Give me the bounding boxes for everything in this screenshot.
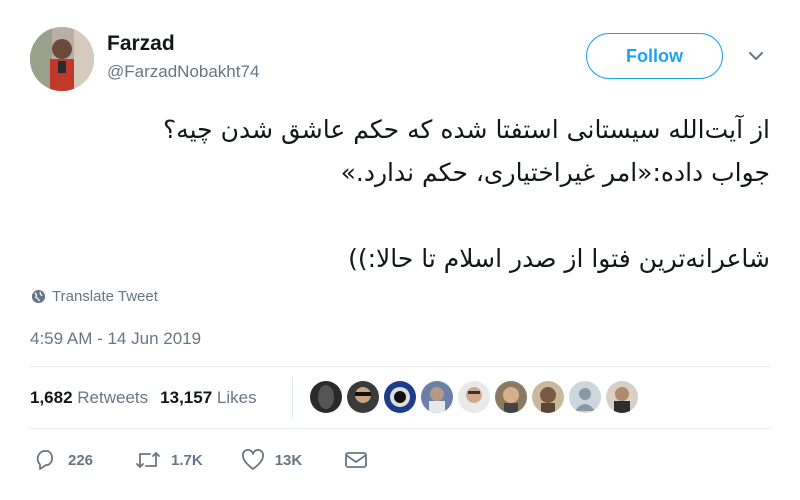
liker-avatar[interactable] (421, 381, 453, 413)
tweet-card: Farzad @FarzadNobakht74 Follow از آیت‌ال… (0, 0, 800, 500)
retweet-count: 1.7K (171, 451, 203, 469)
message-icon (345, 452, 368, 468)
translate-label: Translate Tweet (52, 288, 158, 305)
tweet-actions: 226 1.7K 13K (34, 449, 368, 471)
heart-icon (241, 449, 264, 470)
liker-avatar[interactable] (532, 381, 564, 413)
retweet-icon (136, 452, 160, 468)
liker-avatar[interactable] (495, 381, 527, 413)
like-button[interactable]: 13K (241, 449, 303, 471)
liker-avatar[interactable] (384, 381, 416, 413)
globe-icon (31, 289, 46, 304)
retweet-button[interactable]: 1.7K (135, 449, 203, 471)
likes-stat[interactable]: 13,157 Likes (160, 388, 256, 408)
tweet-text: از آیت‌الله سیستانی استفتا شده که حکم عا… (30, 108, 770, 280)
divider (292, 376, 293, 418)
direct-message-button[interactable] (344, 450, 368, 470)
divider (30, 428, 770, 429)
author-name[interactable]: Farzad (107, 32, 175, 56)
author-handle[interactable]: @FarzadNobakht74 (107, 62, 259, 82)
tweet-line: جواب داده:«امر غیراختیاری، حکم ندارد.» (340, 158, 770, 187)
caret-down-icon[interactable] (746, 48, 766, 64)
liker-avatar[interactable] (458, 381, 490, 413)
reply-button[interactable]: 226 (34, 449, 93, 471)
reply-icon (36, 450, 54, 470)
liker-avatar[interactable] (606, 381, 638, 413)
translate-tweet-link[interactable]: Translate Tweet (31, 288, 158, 305)
liker-avatars (310, 381, 638, 413)
author-avatar[interactable] (30, 27, 94, 91)
follow-button[interactable]: Follow (586, 33, 723, 79)
tweet-line: از آیت‌الله سیستانی استفتا شده که حکم عا… (162, 115, 770, 144)
like-count: 13K (274, 451, 303, 469)
liker-avatar[interactable] (310, 381, 342, 413)
tweet-timestamp[interactable]: 4:59 AM - 14 Jun 2019 (30, 329, 201, 349)
liker-avatar[interactable] (347, 381, 379, 413)
engagement-stats: 1,682 Retweets 13,157 Likes (30, 388, 257, 408)
liker-avatar[interactable] (569, 381, 601, 413)
retweets-stat[interactable]: 1,682 Retweets (30, 388, 148, 408)
tweet-line: شاعرانه‌ترین فتوا از صدر اسلام تا حالا:)… (348, 244, 770, 273)
reply-count: 226 (68, 451, 94, 469)
divider (30, 366, 770, 367)
